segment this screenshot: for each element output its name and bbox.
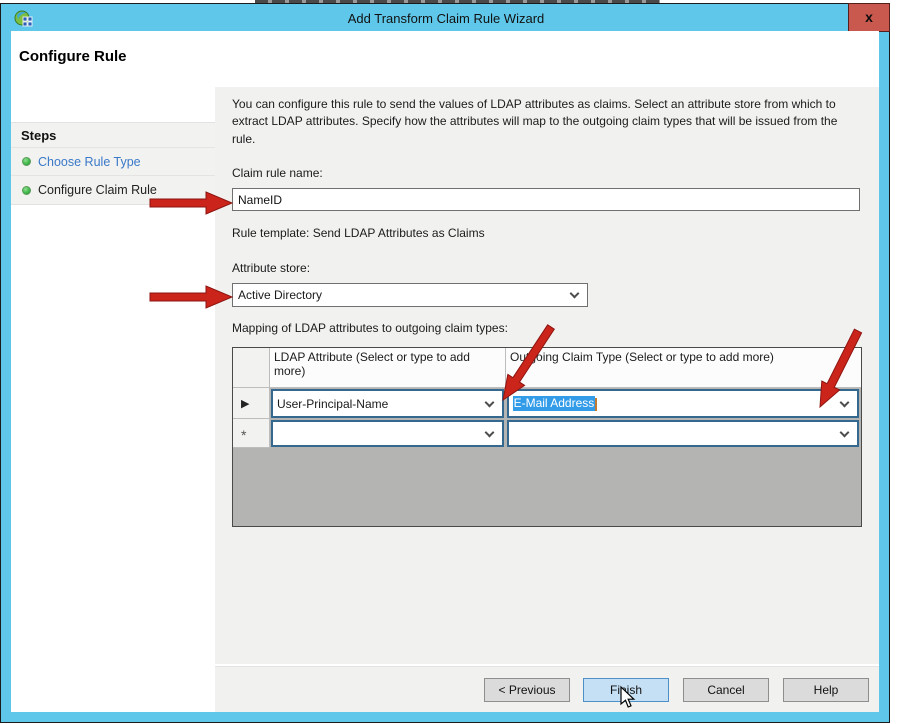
- chevron-down-icon: [840, 397, 850, 407]
- main-panel: You can configure this rule to send the …: [215, 87, 879, 664]
- claim-rule-name-label: Claim rule name:: [232, 166, 323, 180]
- mapping-table-header: LDAP Attribute (Select or type to add mo…: [233, 348, 861, 388]
- cancel-button[interactable]: Cancel: [683, 678, 769, 702]
- title-bar[interactable]: Add Transform Claim Rule Wizard x: [2, 5, 890, 32]
- attribute-store-dropdown[interactable]: Active Directory: [232, 283, 588, 307]
- steps-heading: Steps: [11, 123, 215, 148]
- row-selector-header-cell: [233, 348, 270, 388]
- row-selector-cell[interactable]: ▶: [233, 388, 270, 419]
- ldap-attribute-cell: User-Principal-Name: [270, 388, 506, 419]
- outgoing-claim-type-column-header: Outgoing Claim Type (Select or type to a…: [506, 348, 861, 388]
- wizard-dialog: Add Transform Claim Rule Wizard x Config…: [0, 3, 890, 723]
- table-row-new: *: [233, 419, 861, 448]
- selected-text: E-Mail Address: [513, 396, 596, 410]
- button-bar: < Previous Finish Cancel Help: [215, 666, 879, 712]
- chevron-down-icon: [484, 427, 494, 437]
- finish-button[interactable]: Finish: [583, 678, 669, 702]
- outgoing-claim-type-cell: E-Mail Address: [506, 388, 861, 419]
- steps-list: Steps Choose Rule Type Configure Claim R…: [11, 122, 215, 205]
- sidebar-item-choose-rule-type[interactable]: Choose Rule Type: [11, 148, 215, 176]
- help-button[interactable]: Help: [783, 678, 869, 702]
- rule-template-text: Rule template: Send LDAP Attributes as C…: [232, 226, 485, 240]
- attribute-store-value: Active Directory: [233, 288, 571, 302]
- ldap-attribute-value: User-Principal-Name: [273, 397, 486, 411]
- page-title: Configure Rule: [19, 48, 127, 65]
- outgoing-claim-type-dropdown-empty[interactable]: [507, 420, 859, 447]
- steps-sidebar: Steps Choose Rule Type Configure Claim R…: [11, 87, 215, 712]
- claim-rule-name-input[interactable]: [232, 188, 860, 211]
- sidebar-item-configure-claim-rule[interactable]: Configure Claim Rule: [11, 176, 215, 204]
- step-done-icon: [22, 157, 31, 166]
- outgoing-claim-type-cell: [506, 419, 861, 448]
- table-row: ▶ User-Principal-Name E-Mail Address: [233, 388, 861, 419]
- text-caret: [595, 398, 597, 411]
- chevron-down-icon: [570, 289, 580, 299]
- previous-button[interactable]: < Previous: [484, 678, 570, 702]
- step-label[interactable]: Choose Rule Type: [38, 155, 141, 169]
- chevron-down-icon: [484, 397, 494, 407]
- close-button[interactable]: x: [848, 3, 890, 32]
- new-row-icon: *: [241, 427, 246, 443]
- mapping-table: LDAP Attribute (Select or type to add mo…: [232, 347, 862, 527]
- outgoing-claim-type-value: E-Mail Address: [509, 396, 841, 410]
- row-selector-cell[interactable]: *: [233, 419, 270, 448]
- current-row-icon: ▶: [241, 397, 249, 410]
- dialog-body: Configure Rule Steps Choose Rule Type Co…: [11, 31, 879, 712]
- ldap-attribute-column-header: LDAP Attribute (Select or type to add mo…: [270, 348, 506, 388]
- ldap-attribute-dropdown-empty[interactable]: [271, 420, 504, 447]
- rule-description-text: You can configure this rule to send the …: [232, 96, 856, 148]
- ldap-attribute-cell: [270, 419, 506, 448]
- outgoing-claim-type-dropdown[interactable]: E-Mail Address: [507, 389, 859, 418]
- adfs-app-icon: [14, 10, 33, 29]
- step-label: Configure Claim Rule: [38, 183, 157, 197]
- ldap-attribute-dropdown[interactable]: User-Principal-Name: [271, 389, 504, 418]
- window-title: Add Transform Claim Rule Wizard: [348, 11, 545, 26]
- step-done-icon: [22, 186, 31, 195]
- chevron-down-icon: [840, 427, 850, 437]
- mapping-table-label: Mapping of LDAP attributes to outgoing c…: [232, 321, 508, 335]
- attribute-store-label: Attribute store:: [232, 261, 310, 275]
- close-icon: x: [865, 9, 873, 25]
